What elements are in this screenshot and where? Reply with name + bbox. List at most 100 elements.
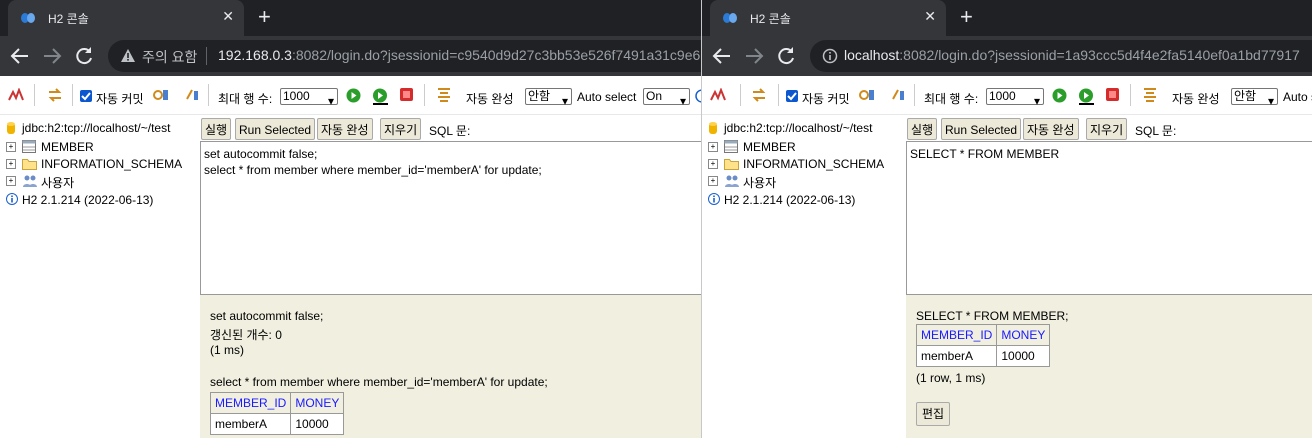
auto-commit-checkbox[interactable] <box>786 90 798 102</box>
close-tab-icon[interactable]: ✕ <box>924 8 936 25</box>
h2-toolbar: 자동 커밋 최대 행 수: 1000 ▾ 자동 완성 안함 ▾ Auto selec… <box>0 76 701 115</box>
h2-toolbar: 자동 커밋 최대 행 수: 1000▾ 자동 완성 안함▾ Auto s <box>702 76 1312 115</box>
column-header[interactable]: MEMBER_ID <box>209 392 292 414</box>
refresh-icon[interactable] <box>750 87 768 103</box>
column-header[interactable]: MEMBER_ID <box>915 324 998 346</box>
autocomplete-label: 자동 완성 <box>466 92 514 106</box>
tab-strip: H2 콘솔 ✕ + <box>0 0 701 36</box>
run-selected-button[interactable]: Run Selected <box>235 118 316 140</box>
help-icon[interactable] <box>695 89 702 103</box>
run-selected-button[interactable]: Run Selected <box>941 118 1022 140</box>
editor-line: select * from member where member_id='me… <box>204 163 542 177</box>
expand-icon[interactable]: + <box>708 142 718 152</box>
max-rows-select[interactable]: 1000 ▾ <box>280 88 338 108</box>
chevron-down-icon: ▾ <box>1033 94 1040 108</box>
command-bar: 실행 Run Selected 자동 완성 지우기 SQL 문: <box>200 115 701 141</box>
tab-title: H2 콘솔 <box>48 12 89 26</box>
result-statement: set autocommit false; <box>210 309 324 323</box>
table-cell: memberA <box>915 345 998 367</box>
clear-button[interactable]: 지우기 <box>380 118 422 140</box>
table-cell: memberA <box>209 413 292 435</box>
address-bar[interactable]: 주의 요함 192.168.0.3:8082/login.do?jsession… <box>108 40 701 72</box>
close-tab-icon[interactable]: ✕ <box>222 8 234 25</box>
browser-window-right: H2 콘솔 ✕ + localhost:8082/login.do?jsessi… <box>702 0 1312 438</box>
warning-icon[interactable] <box>120 48 136 64</box>
database-icon <box>709 122 717 134</box>
run-button[interactable]: 실행 <box>907 118 938 140</box>
table-icon <box>724 140 738 153</box>
edit-button[interactable]: 편집 <box>916 402 951 426</box>
chevron-down-icon: ▾ <box>1267 94 1274 108</box>
forward-icon[interactable] <box>742 44 766 68</box>
run-icon[interactable] <box>346 88 361 103</box>
column-header[interactable]: MONEY <box>290 392 345 414</box>
expand-icon[interactable]: + <box>708 176 718 186</box>
auto-select-label: Auto select <box>577 90 637 104</box>
chevron-down-icon: ▾ <box>561 94 568 108</box>
info-icon[interactable] <box>822 48 838 64</box>
column-header[interactable]: MONEY <box>996 324 1051 346</box>
forward-icon[interactable] <box>40 44 64 68</box>
result-time: (1 ms) <box>210 343 244 357</box>
commit-icon[interactable] <box>890 87 906 103</box>
h2-console-page: 자동 커밋 최대 행 수: 1000▾ 자동 완성 안함▾ Auto s jdb… <box>702 76 1312 438</box>
reload-icon[interactable] <box>774 44 798 68</box>
stop-icon[interactable] <box>400 88 413 101</box>
url-text[interactable]: localhost:8082/login.do?jsessionid=1a93c… <box>844 47 1300 63</box>
back-icon[interactable] <box>710 44 734 68</box>
run-icon[interactable] <box>1052 88 1067 103</box>
expand-icon[interactable]: + <box>6 142 16 152</box>
table-icon <box>22 140 36 153</box>
auto-commit-label: 자동 커밋 <box>802 92 850 106</box>
disconnect-icon[interactable] <box>710 88 726 102</box>
nav-bar: 주의 요함 192.168.0.3:8082/login.do?jsession… <box>0 36 701 76</box>
run-button[interactable]: 실행 <box>201 118 232 140</box>
reload-icon[interactable] <box>72 44 96 68</box>
divider <box>206 47 207 65</box>
rollback-icon[interactable] <box>152 87 170 103</box>
new-tab-icon[interactable]: + <box>960 4 973 30</box>
tab-strip: H2 콘솔 ✕ + <box>702 0 1312 36</box>
expand-icon[interactable]: + <box>6 159 16 169</box>
max-rows-select[interactable]: 1000 ▾ <box>986 88 1044 108</box>
autocomplete-select[interactable]: 안함 ▾ <box>525 88 572 108</box>
auto-commit-checkbox[interactable] <box>80 90 92 102</box>
run-selected-icon[interactable] <box>1078 88 1095 105</box>
command-bar: 실행 Run Selected 자동 완성 지우기 SQL 문: <box>906 115 1312 141</box>
stop-icon[interactable] <box>1106 88 1119 101</box>
expand-icon[interactable]: + <box>708 159 718 169</box>
editor-line: set autocommit false; <box>204 147 318 161</box>
autocomplete-select[interactable]: 안함 ▾ <box>1231 88 1278 108</box>
h2-console-page: 자동 커밋 최대 행 수: 1000 ▾ 자동 완성 안함 ▾ Auto selec… <box>0 76 701 438</box>
sql-format-icon[interactable] <box>1142 85 1158 105</box>
rollback-icon[interactable] <box>858 87 876 103</box>
max-rows-label: 최대 행 수: <box>218 92 273 106</box>
sql-editor[interactable]: SELECT * FROM MEMBER <box>906 141 1312 295</box>
sql-format-icon[interactable] <box>436 85 452 105</box>
new-tab-icon[interactable]: + <box>258 4 271 30</box>
disconnect-icon[interactable] <box>8 88 24 102</box>
auto-select-select[interactable]: On ▾ <box>643 88 690 108</box>
browser-tab[interactable]: H2 콘솔 ✕ <box>8 0 244 36</box>
expand-icon[interactable]: + <box>6 176 16 186</box>
browser-tab[interactable]: H2 콘솔 ✕ <box>710 0 946 36</box>
sql-label: SQL 문: <box>1135 124 1177 138</box>
clear-button[interactable]: 지우기 <box>1086 118 1128 140</box>
url-text[interactable]: 192.168.0.3:8082/login.do?jsessionid=c95… <box>218 47 700 63</box>
sql-editor[interactable]: set autocommit false; select * from memb… <box>200 141 701 295</box>
refresh-icon[interactable] <box>46 87 64 103</box>
table-header-row: MEMBER_ID MONEY <box>915 324 1051 346</box>
update-count: 갱신된 개수: 0 <box>210 328 282 342</box>
autocomplete-button[interactable]: 자동 완성 <box>317 118 373 140</box>
folder-icon <box>724 159 739 170</box>
back-icon[interactable] <box>8 44 32 68</box>
commit-icon[interactable] <box>184 87 200 103</box>
address-bar[interactable]: localhost:8082/login.do?jsessionid=1a93c… <box>810 40 1312 72</box>
result-panel: SELECT * FROM MEMBER; MEMBER_ID MONEY me… <box>906 295 1312 438</box>
run-selected-icon[interactable] <box>372 88 389 105</box>
table-cell: 10000 <box>996 345 1051 367</box>
autocomplete-button[interactable]: 자동 완성 <box>1023 118 1079 140</box>
security-warning-label[interactable]: 주의 요함 <box>142 47 197 67</box>
users-icon <box>23 175 37 187</box>
result-panel: set autocommit false; 갱신된 개수: 0 (1 ms) s… <box>200 295 701 438</box>
